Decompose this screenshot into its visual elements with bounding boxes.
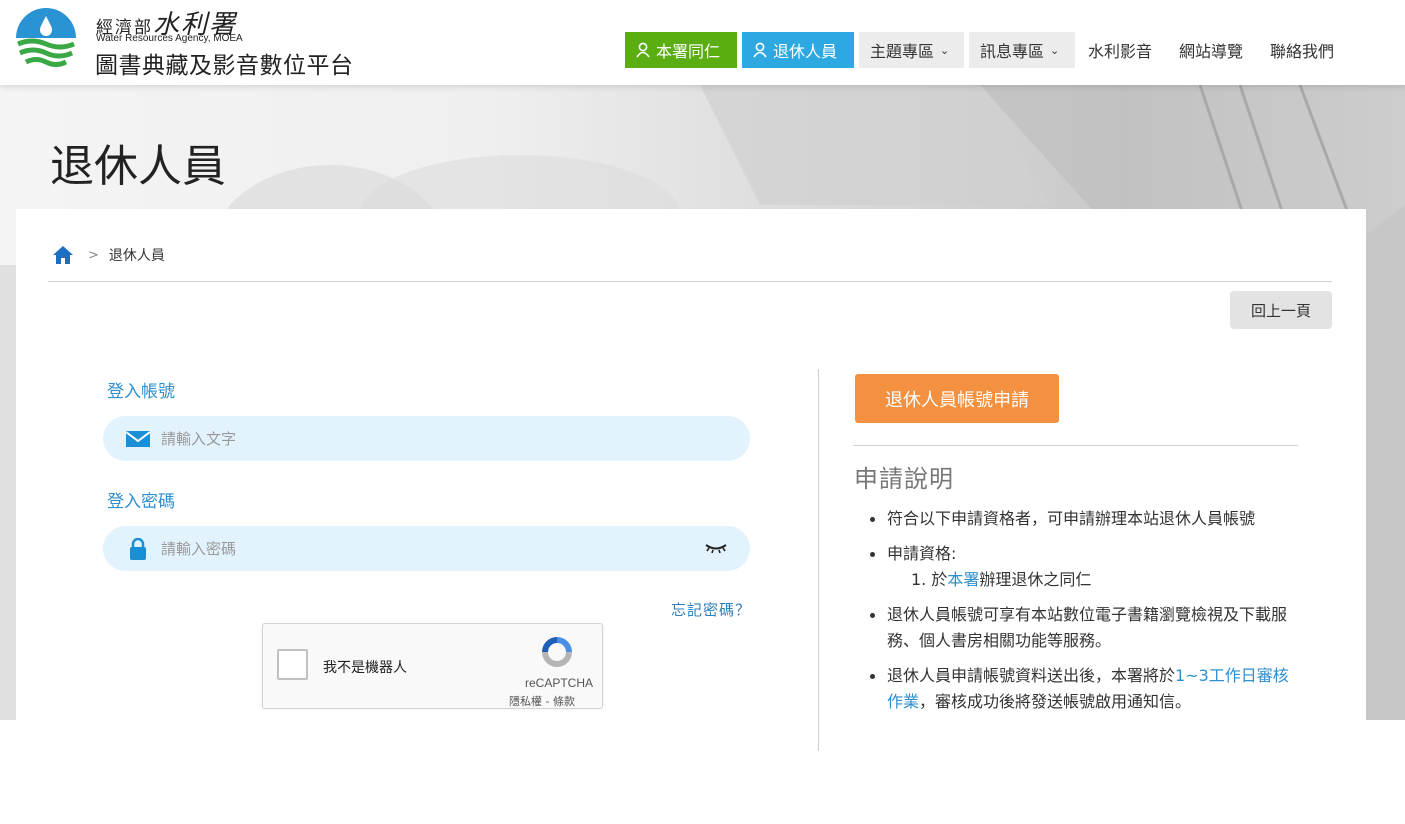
agency-logo-icon[interactable] bbox=[14, 8, 78, 72]
recaptcha-brand: reCAPTCHA bbox=[525, 676, 594, 690]
chevron-down-icon: ⌄ bbox=[1050, 43, 1060, 57]
nav-news-dropdown[interactable]: 訊息專區 ⌄ bbox=[969, 32, 1075, 68]
recaptcha-terms-link[interactable]: 隱私權 - 條款 bbox=[509, 693, 575, 709]
platform-name[interactable]: 圖書典藏及影音數位平台 bbox=[95, 46, 354, 80]
agency-link[interactable]: 本署 bbox=[947, 570, 979, 589]
eligibility-item: 1. 於本署辦理退休之同仁 bbox=[887, 567, 1296, 593]
list-item: 退休人員帳號可享有本站數位電子書籍瀏覽檢視及下載服務、個人書房相關功能等服務。 bbox=[866, 602, 1296, 654]
agency-name-en: Water Resources Agency, MOEA bbox=[96, 33, 243, 44]
column-divider bbox=[818, 369, 819, 751]
breadcrumb-divider bbox=[48, 281, 1332, 282]
apply-instructions-list: 符合以下申請資格者，可申請辦理本站退休人員帳號 申請資格: 1. 於本署辦理退休… bbox=[866, 506, 1296, 724]
list-item: 符合以下申請資格者，可申請辦理本站退休人員帳號 bbox=[866, 506, 1296, 532]
envelope-icon bbox=[125, 431, 151, 447]
nav-retired-label: 退休人員 bbox=[773, 42, 838, 61]
nav-retired-button[interactable]: 退休人員 bbox=[742, 32, 854, 68]
recaptcha-widget: 我不是機器人 reCAPTCHA 隱私權 - 條款 bbox=[262, 623, 603, 709]
note-text: 申請資格: bbox=[887, 544, 957, 563]
password-label: 登入密碼 bbox=[107, 492, 175, 512]
breadcrumb: > 退休人員 bbox=[52, 245, 165, 265]
chevron-down-icon: ⌄ bbox=[940, 43, 950, 57]
nav-video-link[interactable]: 水利影音 bbox=[1088, 32, 1152, 68]
nav-staff-label: 本署同仁 bbox=[656, 42, 721, 61]
note-text: 退休人員申請帳號資料送出後，本署將於 bbox=[887, 666, 1176, 685]
breadcrumb-current: 退休人員 bbox=[108, 248, 165, 264]
recaptcha-icon bbox=[542, 637, 572, 667]
note-text: 退休人員帳號可享有本站數位電子書籍瀏覽檢視及下載服務、個人書房相關功能等服務。 bbox=[887, 605, 1288, 650]
content-card: > 退休人員 回上一頁 登入帳號 登入密碼 忘記密碼？ 我不是機器人 bbox=[16, 209, 1366, 769]
note-text: 符合以下申請資格者，可申請辦理本站退休人員帳號 bbox=[887, 509, 1256, 528]
nav-topics-label: 主題專區 bbox=[870, 42, 935, 61]
back-button[interactable]: 回上一頁 bbox=[1230, 291, 1332, 329]
nav-staff-button[interactable]: 本署同仁 bbox=[625, 32, 737, 68]
note-text: ，審核成功後將發送帳號啟用通知信。 bbox=[919, 692, 1192, 711]
recaptcha-checkbox[interactable] bbox=[277, 649, 308, 680]
account-input[interactable] bbox=[161, 416, 681, 461]
apply-instructions-title: 申請說明 bbox=[854, 465, 954, 493]
account-field[interactable] bbox=[103, 416, 750, 461]
nav-sitemap-link[interactable]: 網站導覽 bbox=[1179, 32, 1243, 68]
note-text: 1. 於 bbox=[911, 570, 948, 589]
note-text: 辦理退休之同仁 bbox=[979, 570, 1092, 589]
page-title: 退休人員 bbox=[50, 141, 226, 192]
user-icon bbox=[753, 42, 767, 58]
forgot-password-link[interactable]: 忘記密碼？ bbox=[671, 599, 751, 620]
lock-icon bbox=[130, 538, 146, 560]
breadcrumb-separator: > bbox=[88, 247, 99, 263]
apply-account-button[interactable]: 退休人員帳號申請 bbox=[855, 374, 1059, 423]
nav-topics-dropdown[interactable]: 主題專區 ⌄ bbox=[859, 32, 964, 68]
list-item: 申請資格: 1. 於本署辦理退休之同仁 bbox=[866, 541, 1296, 593]
recaptcha-label: 我不是機器人 bbox=[323, 660, 407, 676]
home-icon[interactable] bbox=[52, 245, 74, 265]
apply-divider bbox=[853, 445, 1298, 446]
nav-news-label: 訊息專區 bbox=[980, 42, 1045, 61]
account-label: 登入帳號 bbox=[107, 382, 175, 402]
user-icon bbox=[636, 42, 650, 58]
list-item: 退休人員申請帳號資料送出後，本署將於1~3工作日審核作業，審核成功後將發送帳號啟… bbox=[866, 663, 1296, 715]
nav-contact-link[interactable]: 聯絡我們 bbox=[1270, 32, 1334, 68]
password-input[interactable] bbox=[161, 526, 681, 571]
site-header: 經濟部水利署 Water Resources Agency, MOEA 圖書典藏… bbox=[0, 0, 1405, 85]
password-field[interactable] bbox=[103, 526, 750, 571]
eye-closed-icon[interactable] bbox=[704, 542, 728, 554]
